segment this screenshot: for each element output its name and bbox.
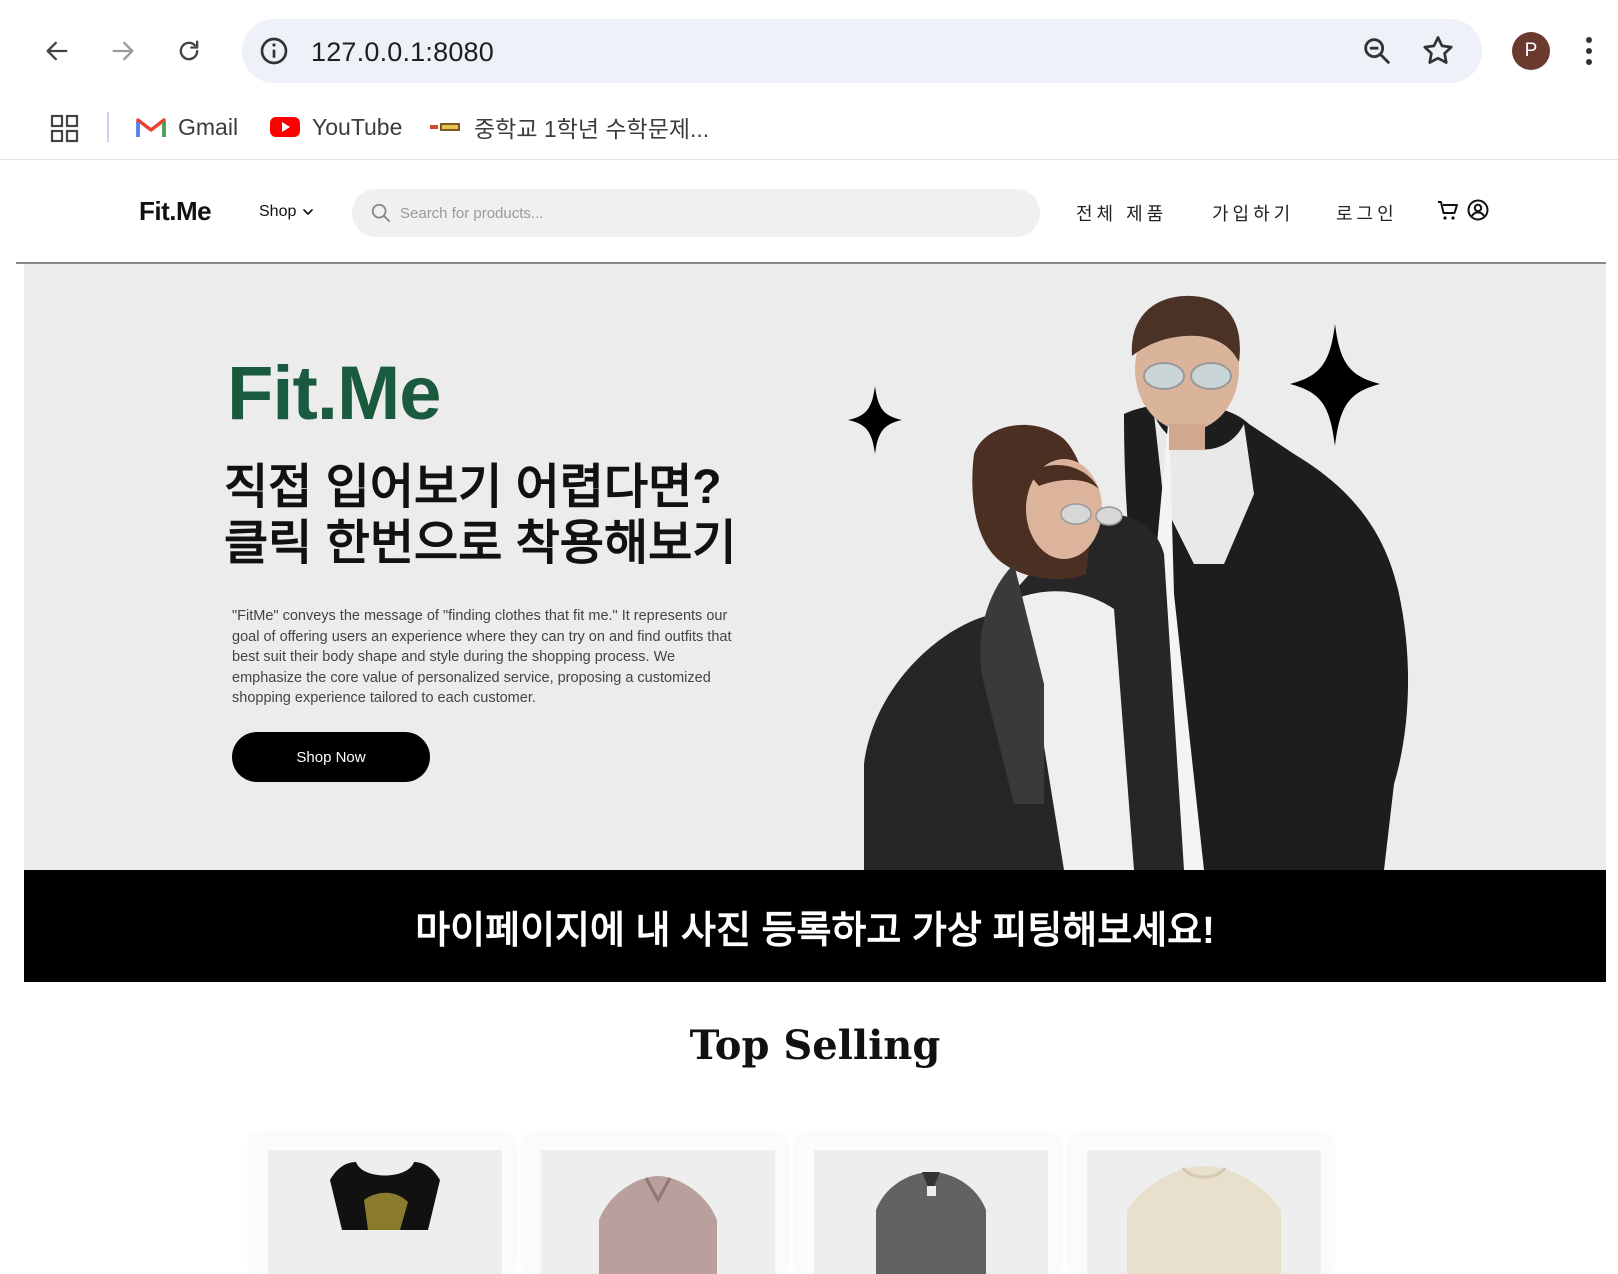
- nav-all-products[interactable]: 전체 제품: [1076, 200, 1167, 226]
- sweatshirt-image: [1127, 1166, 1281, 1274]
- product-thumbnail: [541, 1150, 775, 1274]
- virtual-fitting-banner: 마이페이지에 내 사진 등록하고 가상 피팅해보세요!: [24, 870, 1606, 982]
- hero-section: Fit.Me 직접 입어보기 어렵다면? 클릭 한번으로 착용해보기 "FitM…: [24, 264, 1606, 870]
- product-thumbnail: [814, 1150, 1048, 1274]
- arrow-left-icon: [46, 41, 68, 61]
- search-input[interactable]: [400, 199, 1000, 227]
- site-favicon-icon: [430, 121, 462, 133]
- hero-headline-line2: 클릭 한번으로 착용해보기: [224, 517, 737, 570]
- chevron-down-icon: [303, 209, 314, 215]
- bookmarks-separator: [107, 112, 109, 142]
- reload-button[interactable]: [166, 28, 212, 74]
- product-search: [352, 189, 1040, 237]
- site-logo[interactable]: Fit.Me: [139, 196, 212, 227]
- shop-label: Shop: [259, 203, 297, 220]
- hero-description: "FitMe" conveys the message of "finding …: [232, 608, 732, 706]
- browser-toolbar: 127.0.0.1:8080 P: [0, 0, 1618, 102]
- fleece-jacket-image: [599, 1176, 717, 1274]
- zoom-icon[interactable]: [1360, 34, 1394, 68]
- url-text[interactable]: 127.0.0.1:8080: [311, 37, 494, 68]
- site-info-icon[interactable]: [258, 35, 290, 67]
- hero-brand-title: Fit.Me: [227, 351, 442, 436]
- hero-headline-line1: 직접 입어보기 어렵다면?: [224, 461, 722, 514]
- site-header: Fit.Me Shop 전체 제품 가입하기 로그인: [16, 160, 1606, 264]
- top-selling-title: Top Selling: [689, 1022, 941, 1069]
- arrow-right-icon: [112, 41, 134, 61]
- back-button[interactable]: [34, 28, 80, 74]
- reload-icon: [179, 40, 199, 61]
- forward-button[interactable]: [100, 28, 146, 74]
- sparkle-large-icon: [1290, 324, 1380, 446]
- shop-dropdown[interactable]: Shop: [259, 203, 314, 221]
- product-card[interactable]: [796, 1134, 1060, 1274]
- bookmark-label: 중학교 1학년 수학문제...: [474, 116, 710, 142]
- gmail-icon: [136, 116, 166, 138]
- search-icon: [371, 203, 391, 223]
- website: Fit.Me Shop 전체 제품 가입하기 로그인 Fit.Me 직접 입어보…: [16, 160, 1618, 1274]
- hero-models-image: [848, 295, 1409, 870]
- product-card[interactable]: [1069, 1134, 1333, 1274]
- nav-signup[interactable]: 가입하기: [1212, 200, 1294, 226]
- bookmark-youtube[interactable]: YouTube: [270, 110, 402, 144]
- banner-text: 마이페이지에 내 사진 등록하고 가상 피팅해보세요!: [415, 909, 1215, 952]
- bookmark-math[interactable]: 중학교 1학년 수학문제...: [430, 110, 709, 144]
- profile-avatar[interactable]: P: [1512, 32, 1550, 70]
- address-bar[interactable]: 127.0.0.1:8080: [242, 19, 1482, 83]
- tank-top-image: [330, 1162, 440, 1230]
- bookmark-star-icon[interactable]: [1420, 33, 1456, 69]
- blazer-image: [876, 1172, 986, 1274]
- shop-now-button[interactable]: Shop Now: [232, 732, 430, 782]
- bookmark-gmail[interactable]: Gmail: [136, 110, 238, 144]
- cart-icon[interactable]: [1436, 198, 1460, 222]
- user-circle-icon[interactable]: [1466, 198, 1490, 222]
- product-card[interactable]: [250, 1134, 514, 1274]
- product-card[interactable]: [523, 1134, 787, 1274]
- sparkle-small-icon: [848, 386, 902, 454]
- product-thumbnail: [268, 1150, 502, 1274]
- bookmarks-bar: Gmail YouTube 중학교 1학년 수학문제...: [0, 102, 1618, 160]
- bookmark-label: Gmail: [178, 113, 239, 140]
- product-thumbnail: [1087, 1150, 1321, 1274]
- apps-grid-icon[interactable]: [50, 114, 80, 144]
- youtube-icon: [270, 116, 300, 138]
- menu-kebab-icon[interactable]: [1584, 34, 1594, 68]
- bookmark-label: YouTube: [312, 113, 403, 140]
- hero-headline: 직접 입어보기 어렵다면? 클릭 한번으로 착용해보기: [224, 460, 736, 572]
- nav-login[interactable]: 로그인: [1336, 200, 1398, 226]
